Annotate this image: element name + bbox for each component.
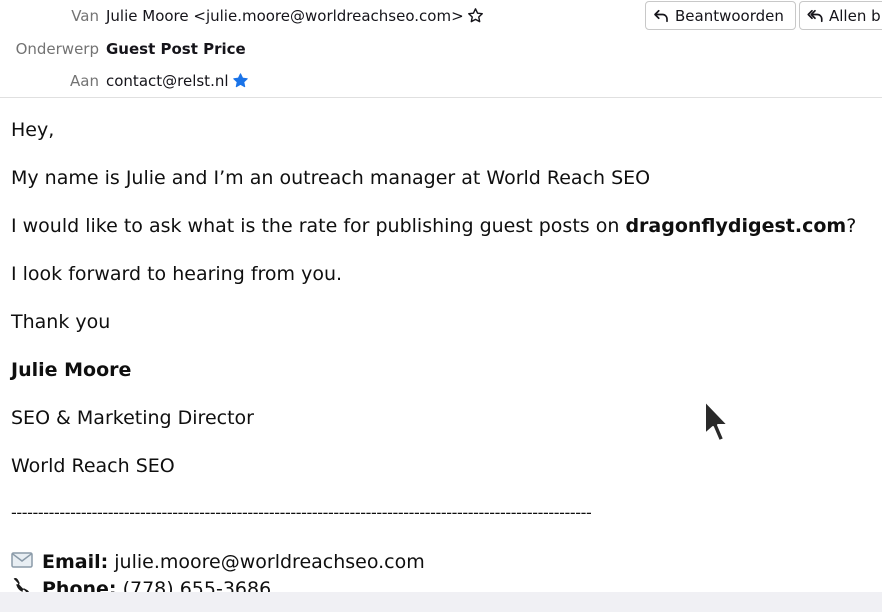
reply-all-icon [807, 9, 823, 22]
website-link: dragonflydigest.com [625, 215, 847, 237]
body-line-2: I would like to ask what is the rate for… [11, 215, 856, 237]
contact-phone: Phone: (778) 655-3686 [11, 577, 271, 592]
email-value[interactable]: julie.moore@worldreachseo.com [114, 551, 424, 573]
reply-all-button-label: Allen b [829, 6, 881, 25]
body-line-2-end: ? [846, 215, 857, 237]
signature-separator: ----------------------------------------… [11, 503, 592, 522]
email-label: Email: [42, 551, 109, 573]
signature-name: Julie Moore [11, 359, 131, 381]
to-label: Aan [70, 72, 99, 90]
signature-title: SEO & Marketing Director [11, 407, 254, 429]
bottom-strip [0, 592, 882, 612]
reply-button-label: Beantwoorden [675, 6, 784, 25]
body-line-1: My name is Julie and I’m an outreach man… [11, 167, 651, 189]
envelope-icon [11, 551, 33, 573]
subject-value: Guest Post Price [106, 40, 246, 58]
message-body: Hey, My name is Julie and I’m an outreac… [0, 98, 882, 592]
signature-company: World Reach SEO [11, 455, 175, 477]
to-address[interactable]: contact@relst.nl [106, 72, 229, 90]
star-filled-icon[interactable] [232, 72, 249, 89]
from-label: Van [71, 7, 99, 25]
body-line-3: I look forward to hearing from you. [11, 263, 343, 285]
phone-value[interactable]: (778) 655-3686 [123, 578, 272, 592]
reply-all-button[interactable]: Allen b [799, 1, 882, 30]
contact-email: Email: julie.moore@worldreachseo.com [11, 551, 425, 573]
message-header: Van Julie Moore <julie.moore@worldreachs… [0, 0, 882, 98]
from-value[interactable]: Julie Moore <julie.moore@worldreachseo.c… [106, 7, 484, 25]
phone-label: Phone: [42, 578, 117, 592]
to-value[interactable]: contact@relst.nl [106, 72, 249, 90]
body-line-4: Thank you [11, 311, 111, 333]
reply-button[interactable]: Beantwoorden [645, 1, 796, 30]
body-line-2-text: I would like to ask what is the rate for… [11, 215, 626, 237]
phone-icon [11, 577, 33, 592]
from-address[interactable]: Julie Moore <julie.moore@worldreachseo.c… [106, 7, 464, 25]
star-outline-icon[interactable] [467, 7, 484, 24]
mouse-cursor-icon [704, 400, 729, 442]
greeting: Hey, [11, 119, 55, 141]
signature-name-text: Julie Moore [11, 359, 132, 381]
subject-label: Onderwerp [15, 40, 99, 58]
reply-icon [654, 9, 668, 22]
